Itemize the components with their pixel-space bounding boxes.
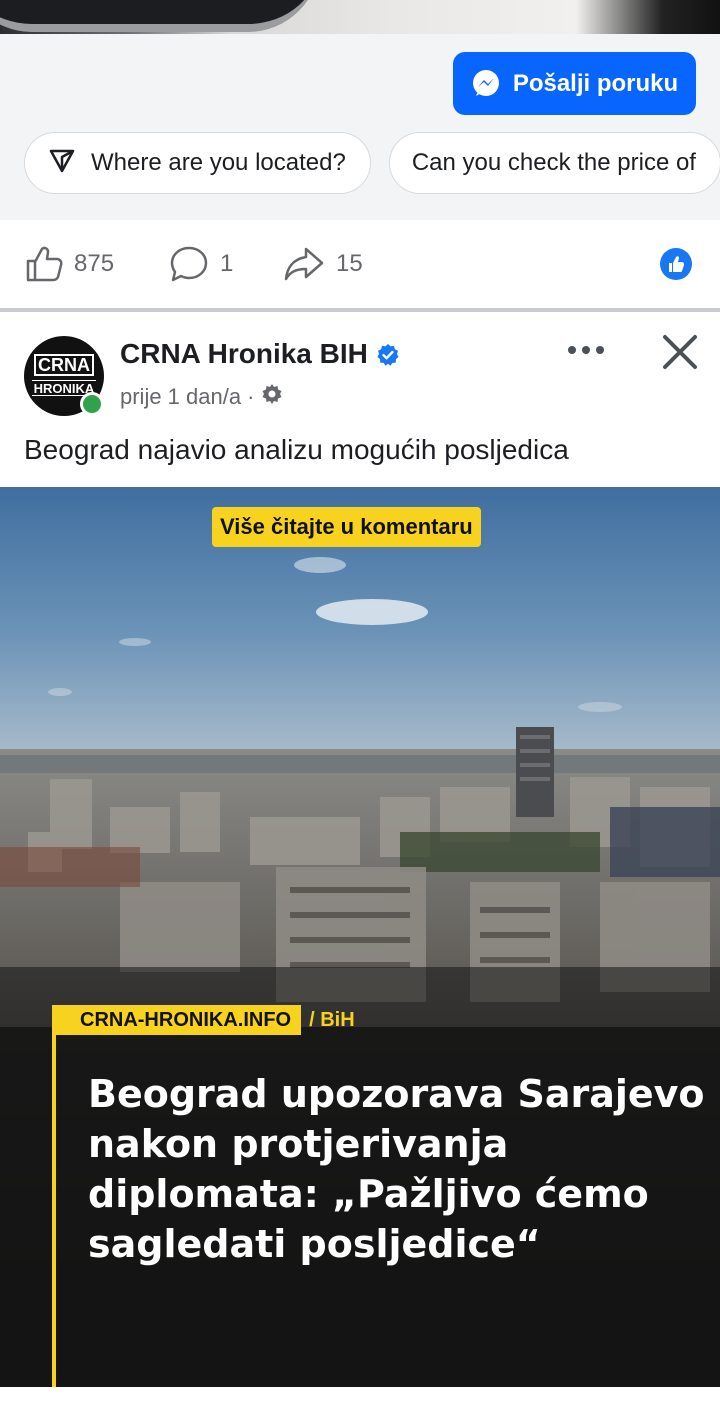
share-button[interactable]: 15: [282, 244, 363, 284]
page-name[interactable]: CRNA Hronika BIH: [120, 338, 400, 370]
post-caption: Beograd najavio analizu mogućih posljedi…: [24, 434, 569, 465]
read-more-banner: Više čitajte u komentaru: [212, 507, 481, 547]
post-time[interactable]: prije 1 dan/a: [120, 384, 241, 410]
cta-area: Pošalji poruku Where are you located? Ca…: [0, 34, 720, 220]
image-headline: Beograd upozorava Sarajevo nakon protjer…: [88, 1072, 705, 1266]
accent-bar: [52, 1035, 56, 1387]
comment-icon: [168, 244, 210, 284]
comment-count: 1: [220, 250, 234, 277]
site-tag-label: CRNA-HRONIKA.INFO: [52, 1005, 302, 1035]
share-count: 15: [336, 250, 363, 277]
suggested-questions: Where are you located? Can you check the…: [24, 132, 720, 194]
send-message-button[interactable]: Pošalji poruku: [453, 52, 696, 115]
chip-check-price[interactable]: Can you check the price of: [388, 132, 720, 194]
send-message-label: Pošalji poruku: [512, 69, 679, 97]
dot: [596, 346, 604, 354]
post-header: CRNA HRONIKA CRNA Hronika BIH prije 1 da…: [0, 312, 720, 430]
chip-label: Where are you located?: [91, 149, 346, 176]
category-label: / BiH: [309, 1008, 355, 1031]
more-options-button[interactable]: [562, 334, 610, 366]
online-status-dot: [80, 392, 104, 416]
site-tag: CRNA-HRONIKA.INFO / BiH: [52, 1005, 355, 1035]
page-name-label: CRNA Hronika BIH: [120, 338, 368, 369]
chip-where-located[interactable]: Where are you located?: [24, 132, 371, 194]
post-image[interactable]: Više čitajte u komentaru CRNA-HRONIKA.IN…: [0, 487, 720, 1387]
comment-button[interactable]: 1: [168, 244, 233, 284]
previous-post-image[interactable]: [0, 0, 720, 34]
meta-separator: ·: [247, 384, 255, 409]
like-count: 875: [74, 250, 115, 277]
dot: [568, 346, 576, 354]
location-arrow-icon: [47, 145, 77, 182]
dot: [582, 346, 590, 354]
post-meta: prije 1 dan/a ·: [120, 382, 284, 412]
gear-icon: [260, 382, 284, 412]
avatar-logo-line1: CRNA: [34, 354, 94, 376]
chip-label: Can you check the price of: [411, 149, 696, 176]
thumbs-up-icon: [24, 244, 64, 284]
previous-post-image-object: [0, 0, 320, 32]
share-arrow-icon: [282, 244, 326, 284]
bottom-spacer: [0, 1387, 720, 1412]
close-icon[interactable]: [660, 332, 700, 372]
post-actions-bar: 875 1 15: [0, 220, 720, 308]
like-reaction-icon[interactable]: [660, 248, 692, 280]
verified-badge-icon: [376, 342, 400, 366]
messenger-icon: [471, 69, 501, 99]
like-button[interactable]: 875: [24, 244, 114, 284]
